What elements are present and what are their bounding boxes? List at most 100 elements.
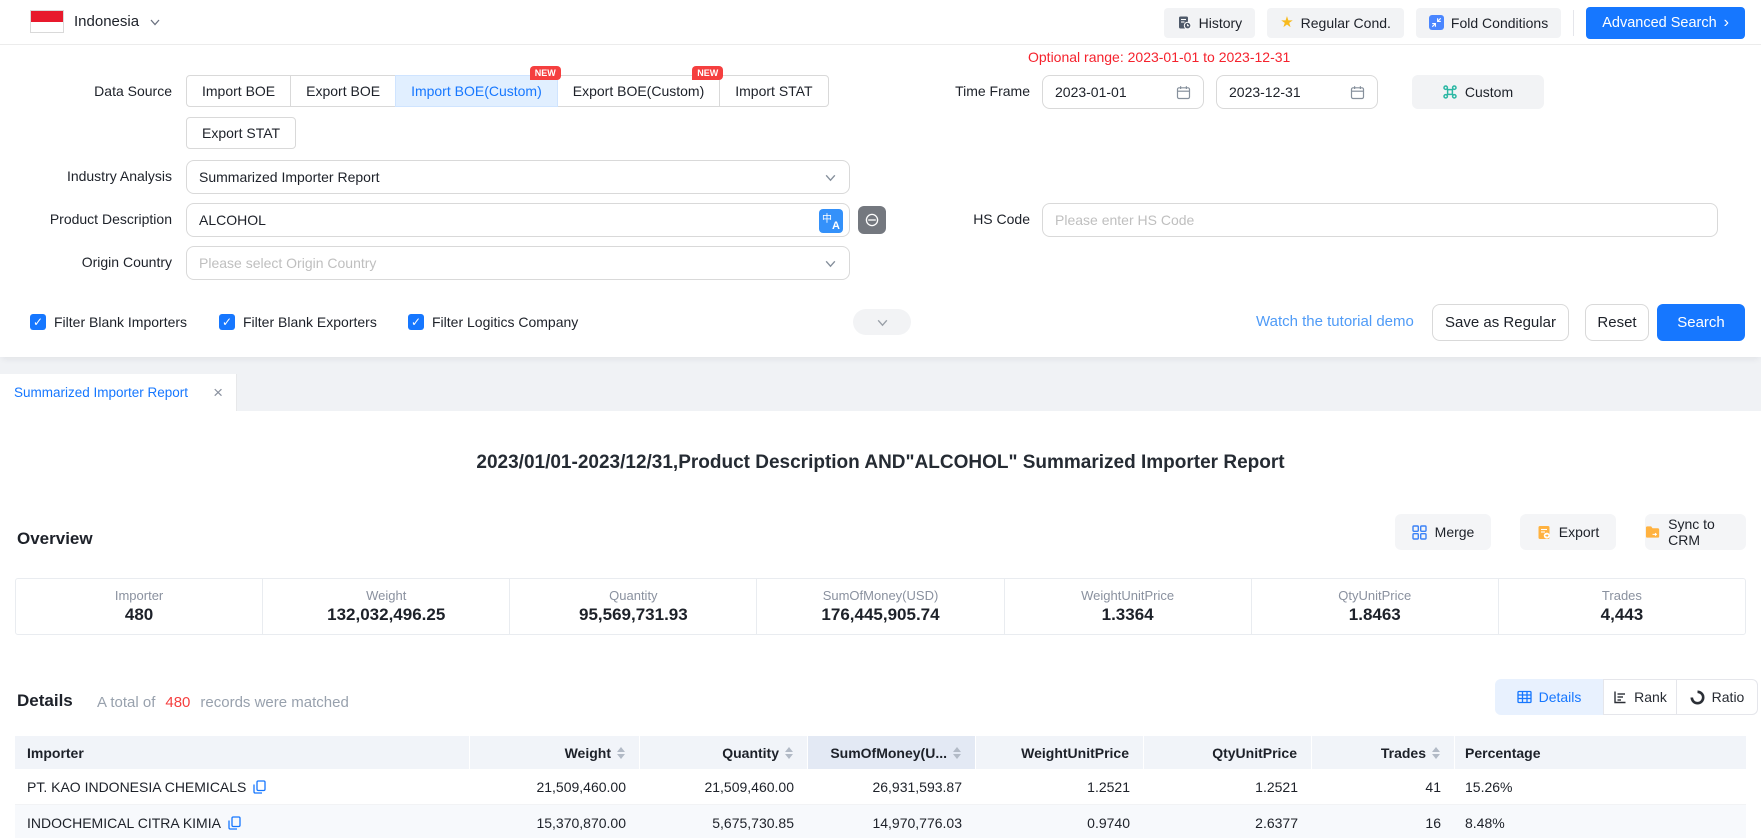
percentage-cell: 8.48% xyxy=(1455,805,1746,838)
checkbox-checked-icon: ✓ xyxy=(219,314,235,330)
column-weight[interactable]: Weight xyxy=(470,736,640,769)
sum-cell: 14,970,776.03 xyxy=(808,805,976,838)
sort-icon[interactable] xyxy=(617,747,625,759)
chevron-right-icon: › xyxy=(1724,15,1729,31)
country-label: Indonesia xyxy=(74,13,139,30)
details-heading: Details xyxy=(17,691,73,711)
view-rank-button[interactable]: Rank xyxy=(1603,679,1677,715)
time-frame-label: Time Frame xyxy=(920,83,1030,99)
tab-import-stat[interactable]: Import STAT xyxy=(719,75,828,107)
industry-analysis-label: Industry Analysis xyxy=(30,168,172,184)
save-as-regular-button[interactable]: Save as Regular xyxy=(1432,304,1569,341)
sort-icon[interactable] xyxy=(785,747,793,759)
merge-button[interactable]: Merge xyxy=(1395,514,1491,550)
importer-name[interactable]: PT. KAO INDONESIA CHEMICALS xyxy=(27,779,246,795)
custom-label: Custom xyxy=(1465,84,1513,100)
trades-cell: 16 xyxy=(1312,805,1455,838)
importer-cell[interactable]: INDOCHEMICAL CITRA KIMIA xyxy=(15,805,470,838)
tab-export-boe[interactable]: Export BOE xyxy=(290,75,396,107)
date-from-input[interactable]: 2023-01-01 xyxy=(1042,75,1204,109)
filter-logistics-company-checkbox[interactable]: ✓ Filter Logitics Company xyxy=(408,314,578,330)
regular-cond-button[interactable]: ★ Regular Cond. xyxy=(1267,8,1404,38)
tab-import-boe[interactable]: Import BOE xyxy=(186,75,291,107)
column-importer: Importer xyxy=(15,736,470,769)
indonesia-flag-icon xyxy=(30,10,64,33)
folder-sync-icon xyxy=(1645,525,1660,539)
column-percentage: Percentage xyxy=(1455,736,1746,769)
column-trades[interactable]: Trades xyxy=(1312,736,1455,769)
date-from-value: 2023-01-01 xyxy=(1055,84,1127,100)
new-badge: NEW xyxy=(692,66,723,80)
details-total-text: A total of 480 records were matched xyxy=(97,694,349,711)
result-tab-strip: Summarized Importer Report × xyxy=(0,357,1761,411)
fold-conditions-button[interactable]: Fold Conditions xyxy=(1416,8,1561,38)
advanced-search-label: Advanced Search xyxy=(1602,15,1716,31)
sync-to-crm-button[interactable]: Sync to CRM xyxy=(1645,514,1746,550)
table-row[interactable]: INDOCHEMICAL CITRA KIMIA 15,370,870.00 5… xyxy=(15,805,1746,838)
stat-weight: Weight132,032,496.25 xyxy=(262,579,509,634)
tab-export-stat[interactable]: Export STAT xyxy=(186,117,296,149)
table-icon xyxy=(1517,690,1532,704)
country-selector[interactable]: Indonesia xyxy=(30,10,161,33)
column-quantity[interactable]: Quantity xyxy=(640,736,808,769)
star-icon: ★ xyxy=(1280,15,1293,30)
weight-unit-price-cell: 1.2521 xyxy=(976,769,1144,804)
view-ratio-button[interactable]: Ratio xyxy=(1677,679,1758,715)
translate-icon[interactable]: 中A xyxy=(819,209,843,233)
sort-icon[interactable] xyxy=(953,747,961,759)
weight-unit-price-cell: 0.9740 xyxy=(976,805,1144,838)
reset-button[interactable]: Reset xyxy=(1585,304,1649,341)
hs-code-input[interactable] xyxy=(1043,204,1717,236)
filter-blank-exporters-checkbox[interactable]: ✓ Filter Blank Exporters xyxy=(219,314,377,330)
chevron-down-icon xyxy=(824,171,837,184)
history-button[interactable]: History xyxy=(1164,8,1256,38)
donut-chart-icon xyxy=(1690,690,1705,705)
qty-unit-price-cell: 2.6377 xyxy=(1144,805,1312,838)
product-description-input[interactable] xyxy=(187,204,849,236)
collapse-conditions-button[interactable] xyxy=(853,309,911,335)
sum-cell: 26,931,593.87 xyxy=(808,769,976,804)
importer-name[interactable]: INDOCHEMICAL CITRA KIMIA xyxy=(27,815,221,831)
weight-cell: 15,370,870.00 xyxy=(470,805,640,838)
tab-import-boe-custom[interactable]: Import BOE(Custom) NEW xyxy=(395,75,558,107)
export-button[interactable]: Export xyxy=(1520,514,1616,550)
history-label: History xyxy=(1199,15,1243,31)
tab-summarized-importer-report[interactable]: Summarized Importer Report × xyxy=(0,374,237,411)
custom-range-button[interactable]: Custom xyxy=(1412,75,1544,109)
exclude-filter-button[interactable] xyxy=(858,206,886,234)
divider xyxy=(1573,10,1574,36)
rank-icon xyxy=(1613,690,1627,704)
copy-icon[interactable] xyxy=(253,780,266,794)
hs-code-label: HS Code xyxy=(920,211,1030,227)
search-form: Optional range: 2023-01-01 to 2023-12-31… xyxy=(0,45,1761,357)
stat-trades: Trades4,443 xyxy=(1498,579,1745,634)
copy-icon[interactable] xyxy=(228,816,241,830)
table-row[interactable]: PT. KAO INDONESIA CHEMICALS 21,509,460.0… xyxy=(15,769,1746,805)
origin-country-select[interactable]: Please select Origin Country xyxy=(186,246,850,280)
origin-country-label: Origin Country xyxy=(30,254,172,270)
sort-icon[interactable] xyxy=(1432,747,1440,759)
chevron-down-icon xyxy=(824,257,837,270)
quantity-cell: 5,675,730.85 xyxy=(640,805,808,838)
product-description-label: Product Description xyxy=(30,211,172,227)
weight-cell: 21,509,460.00 xyxy=(470,769,640,804)
column-sum-of-money[interactable]: SumOfMoney(U... xyxy=(808,736,976,769)
importer-cell[interactable]: PT. KAO INDONESIA CHEMICALS xyxy=(15,769,470,804)
advanced-search-button[interactable]: Advanced Search › xyxy=(1586,7,1745,39)
command-icon xyxy=(1443,85,1457,99)
fold-conditions-label: Fold Conditions xyxy=(1451,15,1548,31)
date-to-input[interactable]: 2023-12-31 xyxy=(1216,75,1378,109)
view-details-button[interactable]: Details xyxy=(1495,679,1603,715)
table-header: Importer Weight Quantity SumOfMoney(U...… xyxy=(15,736,1746,769)
stat-quantity: Quantity95,569,731.93 xyxy=(509,579,756,634)
calendar-icon xyxy=(1176,85,1191,100)
industry-analysis-select[interactable]: Summarized Importer Report xyxy=(186,160,850,194)
close-icon[interactable]: × xyxy=(213,384,223,401)
view-switcher: Details Rank Ratio xyxy=(1495,679,1758,715)
search-button[interactable]: Search xyxy=(1657,304,1745,341)
tutorial-demo-link[interactable]: Watch the tutorial demo xyxy=(1256,313,1414,330)
overview-stats-bar: Importer480 Weight132,032,496.25 Quantit… xyxy=(15,578,1746,635)
filter-blank-importers-checkbox[interactable]: ✓ Filter Blank Importers xyxy=(30,314,187,330)
tab-export-boe-custom[interactable]: Export BOE(Custom) NEW xyxy=(557,75,720,107)
checkbox-checked-icon: ✓ xyxy=(30,314,46,330)
